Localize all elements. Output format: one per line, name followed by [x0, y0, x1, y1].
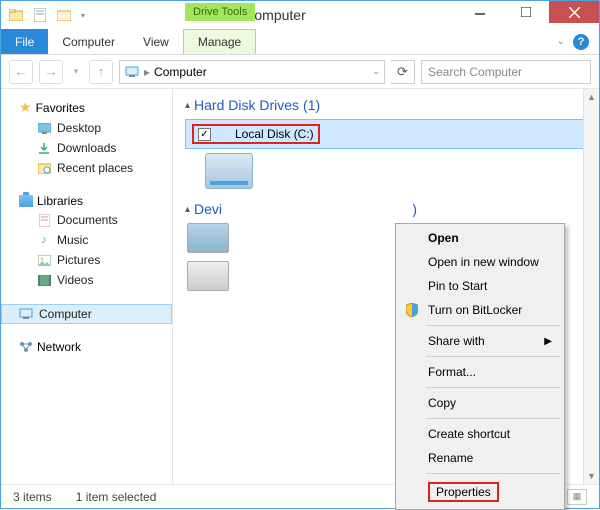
sidebar-item-videos[interactable]: Videos [1, 270, 172, 290]
history-dropdown-icon[interactable]: ▾ [69, 60, 83, 84]
documents-icon [37, 213, 51, 227]
submenu-arrow-icon: ▶ [544, 336, 552, 347]
sidebar-item-downloads[interactable]: Downloads [1, 138, 172, 158]
tab-computer[interactable]: Computer [48, 29, 129, 54]
separator [426, 418, 560, 419]
ribbon-tabs: Drive Tools File Computer View Manage ⌄ … [1, 29, 599, 55]
folder-icon[interactable] [5, 4, 27, 26]
ribbon-expand-icon[interactable]: ⌄ [557, 36, 565, 47]
floppy-drive-icon[interactable] [187, 223, 229, 253]
music-icon: ♪ [37, 233, 51, 247]
search-input[interactable]: Search Computer [421, 60, 591, 84]
sidebar-item-computer[interactable]: Computer [1, 304, 172, 324]
network-icon [19, 340, 33, 354]
ctx-open[interactable]: Open [398, 226, 562, 250]
help-icon[interactable]: ? [573, 34, 589, 50]
ctx-bitlocker[interactable]: Turn on BitLocker [398, 298, 562, 322]
quick-access-toolbar: ▾ [1, 1, 93, 29]
maximize-button[interactable] [503, 1, 549, 23]
computer-icon [19, 307, 33, 321]
content-pane: ▴ Hard Disk Drives (1) ✓ Local Disk (C:)… [173, 89, 599, 484]
separator [426, 473, 560, 474]
refresh-button[interactable]: ⟳ [391, 60, 415, 84]
drive-label: Local Disk (C:) [219, 127, 314, 141]
sidebar-item-music[interactable]: ♪Music [1, 230, 172, 250]
sidebar-item-recent[interactable]: Recent places [1, 158, 172, 178]
ctx-properties[interactable]: Properties [398, 477, 562, 507]
navigation-bar: ← → ▾ ↑ ▸ Computer ⌄ ⟳ Search Computer [1, 55, 599, 89]
scroll-up-icon[interactable]: ▲ [584, 89, 599, 105]
sidebar-item-network[interactable]: Network [1, 338, 172, 356]
properties-icon[interactable] [29, 4, 51, 26]
close-button[interactable] [549, 1, 599, 23]
computer-icon [124, 65, 140, 79]
annotation-highlight: ✓ Local Disk (C:) [192, 124, 320, 144]
collapse-icon[interactable]: ▴ [185, 100, 190, 111]
status-selected-count: 1 item selected [76, 490, 157, 504]
dvd-drive-icon[interactable] [187, 261, 229, 291]
libraries-icon [19, 195, 33, 207]
scroll-down-icon[interactable]: ▼ [584, 468, 599, 484]
desktop-icon [37, 121, 51, 135]
drive-icon[interactable] [205, 153, 253, 189]
status-item-count: 3 items [13, 490, 52, 504]
ctx-create-shortcut[interactable]: Create shortcut [398, 422, 562, 446]
window-controls [457, 1, 599, 29]
address-dropdown-icon[interactable]: ⌄ [372, 66, 380, 77]
ctx-copy[interactable]: Copy [398, 391, 562, 415]
breadcrumb-separator-icon: ▸ [144, 65, 150, 79]
window-title: Computer [93, 7, 457, 23]
shield-icon [404, 302, 420, 318]
group-hard-disk-drives[interactable]: ▴ Hard Disk Drives (1) [185, 97, 587, 113]
tab-manage[interactable]: Manage [183, 29, 256, 54]
videos-icon [37, 273, 51, 287]
group-devices[interactable]: ▴ Devi ) [185, 201, 587, 217]
back-button[interactable]: ← [9, 60, 33, 84]
separator [426, 387, 560, 388]
ctx-share-with[interactable]: Share with▶ [398, 329, 562, 353]
sidebar-group-libraries[interactable]: Libraries [1, 192, 172, 210]
separator [426, 356, 560, 357]
forward-button[interactable]: → [39, 60, 63, 84]
title-bar: ▾ Computer [1, 1, 599, 29]
ctx-open-new-window[interactable]: Open in new window [398, 250, 562, 274]
minimize-button[interactable] [457, 1, 503, 23]
recent-icon [37, 161, 51, 175]
sidebar-item-desktop[interactable]: Desktop [1, 118, 172, 138]
qat-dropdown-icon[interactable]: ▾ [77, 4, 89, 26]
downloads-icon [37, 141, 51, 155]
drive-local-disk-c[interactable]: ✓ Local Disk (C:) [185, 119, 587, 149]
contextual-tab-header: Drive Tools [185, 3, 255, 21]
sidebar-item-documents[interactable]: Documents [1, 210, 172, 230]
explorer-window: ▾ Computer Drive Tools File Computer Vie… [0, 0, 600, 509]
sidebar-item-pictures[interactable]: Pictures [1, 250, 172, 270]
icons-view-button[interactable]: ▦ [567, 489, 587, 505]
separator [426, 325, 560, 326]
pictures-icon [37, 253, 51, 267]
explorer-body: ★Favorites Desktop Downloads Recent plac… [1, 89, 599, 484]
ctx-format[interactable]: Format... [398, 360, 562, 384]
navigation-pane: ★Favorites Desktop Downloads Recent plac… [1, 89, 173, 484]
ctx-rename[interactable]: Rename [398, 446, 562, 470]
ctx-pin-to-start[interactable]: Pin to Start [398, 274, 562, 298]
collapse-icon[interactable]: ▴ [185, 204, 190, 215]
vertical-scrollbar[interactable]: ▲ ▼ [583, 89, 599, 484]
drive-checkbox[interactable]: ✓ [198, 128, 211, 141]
tab-view[interactable]: View [129, 29, 183, 54]
tab-file[interactable]: File [1, 29, 48, 54]
context-menu: Open Open in new window Pin to Start Tur… [395, 223, 565, 510]
address-bar[interactable]: ▸ Computer ⌄ [119, 60, 385, 84]
new-folder-icon[interactable] [53, 4, 75, 26]
star-icon: ★ [19, 99, 32, 116]
breadcrumb[interactable]: Computer [154, 65, 207, 79]
up-button[interactable]: ↑ [89, 60, 113, 84]
sidebar-group-favorites[interactable]: ★Favorites [1, 97, 172, 118]
